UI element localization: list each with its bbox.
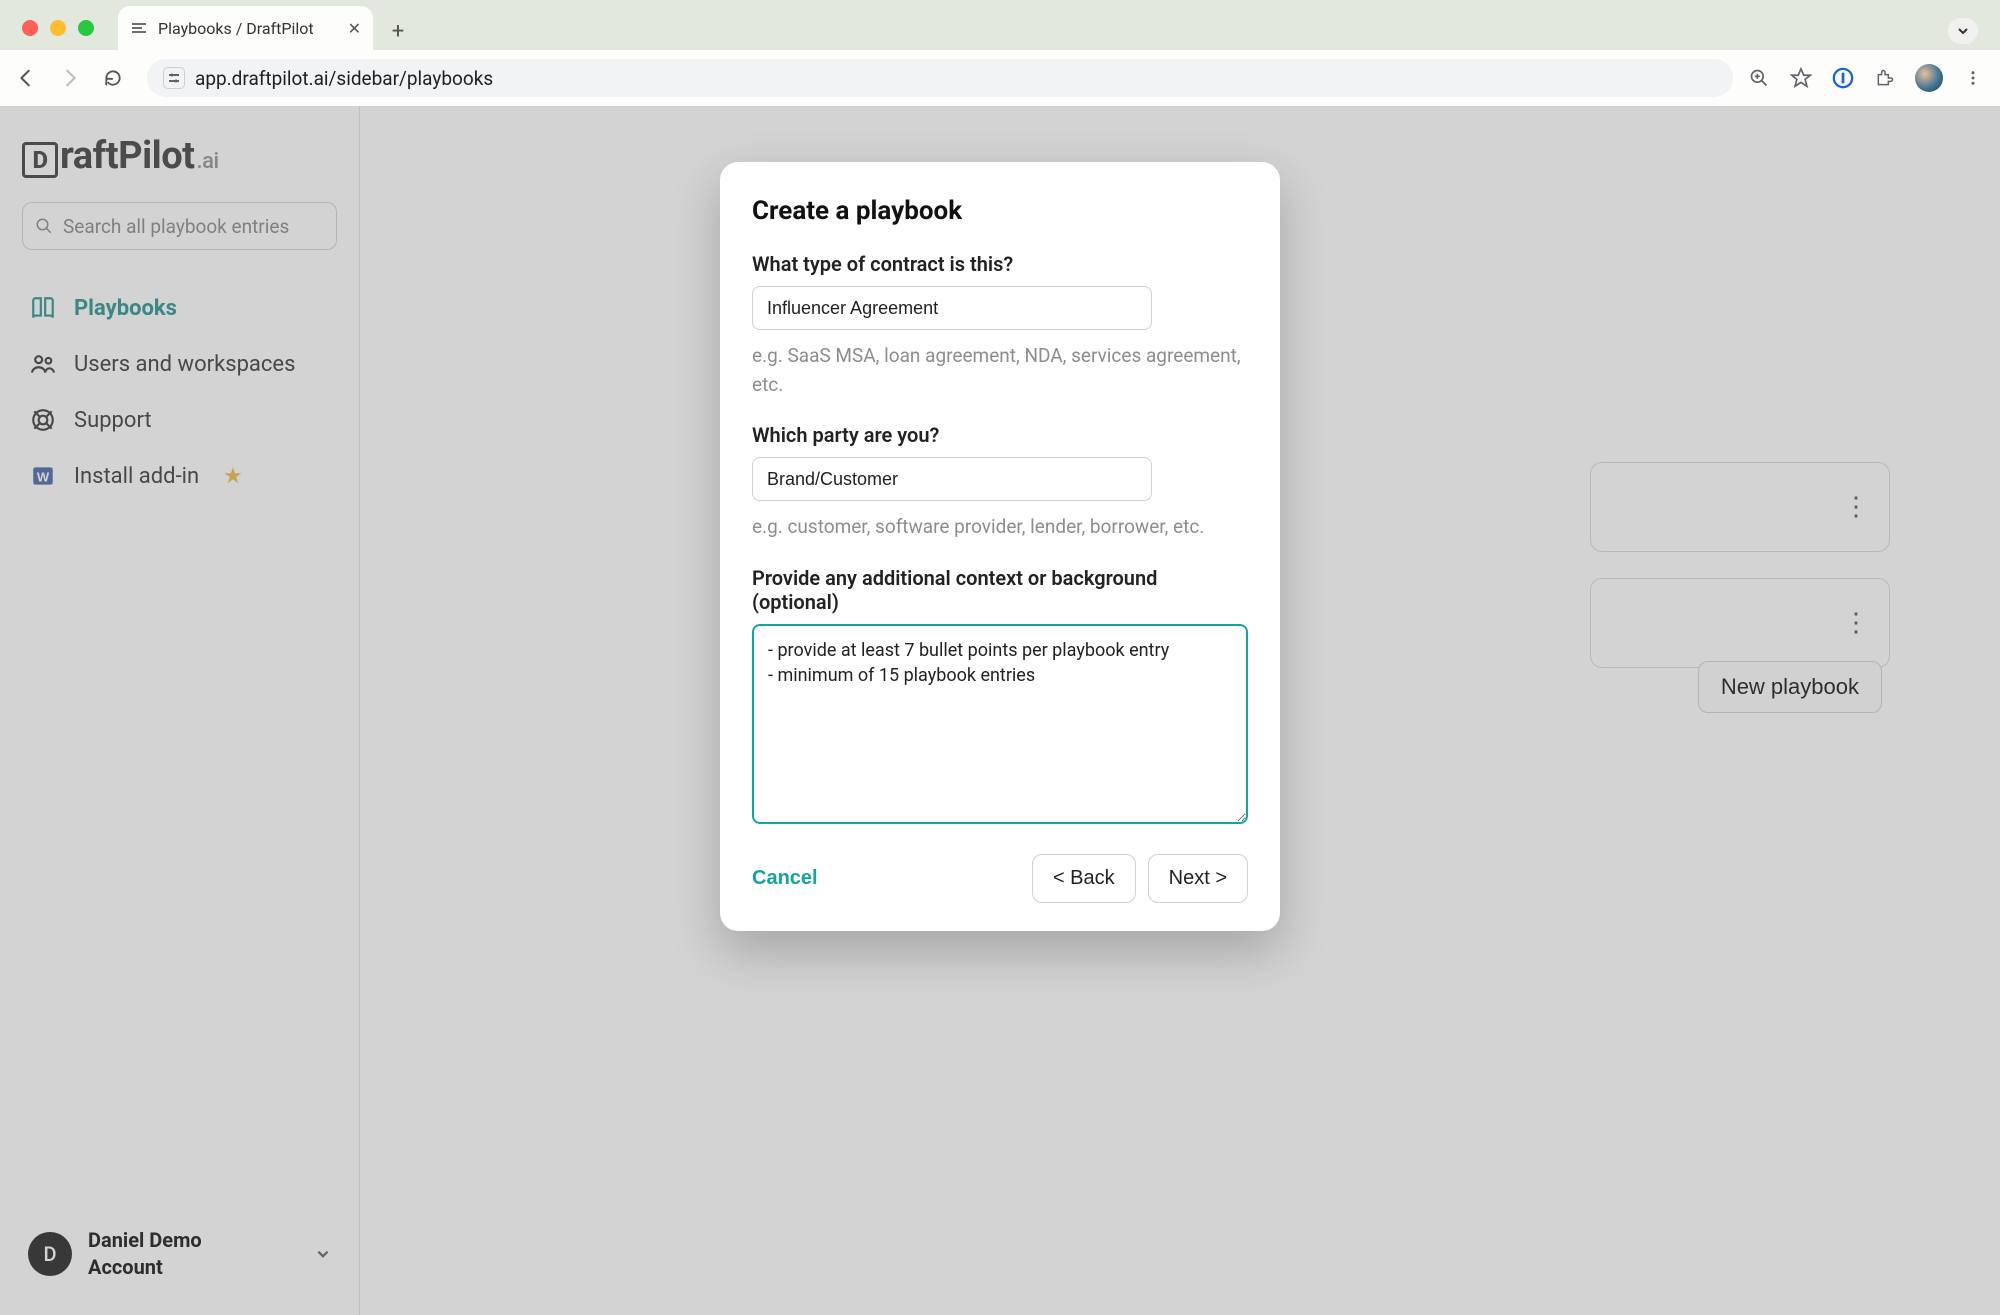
toolbar-right [1747,64,1985,92]
party-label: Which party are you? [752,423,1248,447]
zoom-icon[interactable] [1747,66,1771,90]
url-text: app.draftpilot.ai/sidebar/playbooks [195,67,493,90]
cancel-button[interactable]: Cancel [752,867,818,890]
modal-footer: Cancel < Back Next > [752,854,1248,903]
next-step-button[interactable]: Next > [1148,854,1248,903]
back-button[interactable] [15,67,45,89]
party-hint: e.g. customer, software provider, lender… [752,513,1248,542]
minimize-window-button[interactable] [50,20,66,36]
close-window-button[interactable] [22,20,38,36]
tab-close-icon[interactable]: ✕ [348,19,361,38]
party-input[interactable] [752,457,1152,501]
new-tab-button[interactable]: + [383,16,413,46]
tabs-overflow-button[interactable] [1948,18,1978,44]
address-bar[interactable]: app.draftpilot.ai/sidebar/playbooks [147,59,1733,97]
tab-title: Playbooks / DraftPilot [158,19,314,38]
context-label: Provide any additional context or backgr… [752,566,1248,614]
extensions-icon[interactable] [1873,66,1897,90]
tab-favicon [130,19,148,37]
site-settings-icon[interactable] [163,67,185,89]
browser-tab[interactable]: Playbooks / DraftPilot ✕ [118,6,373,50]
create-playbook-modal: Create a playbook What type of contract … [720,162,1280,931]
reload-button[interactable] [103,68,133,88]
app-root: DraftPilot.ai Search all playbook entrie… [0,106,2000,1315]
browser-chrome: Playbooks / DraftPilot ✕ + app.draftpilo… [0,0,2000,106]
contract-type-label: What type of contract is this? [752,252,1248,276]
back-step-button[interactable]: < Back [1032,854,1136,903]
bookmark-icon[interactable] [1789,66,1813,90]
kebab-menu-icon[interactable] [1961,66,1985,90]
profile-avatar[interactable] [1915,64,1943,92]
contract-type-hint: e.g. SaaS MSA, loan agreement, NDA, serv… [752,342,1248,399]
context-textarea[interactable] [752,624,1248,824]
window-controls [22,20,94,36]
fullscreen-window-button[interactable] [78,20,94,36]
tab-strip: Playbooks / DraftPilot ✕ + [0,0,2000,50]
extension-1password-icon[interactable] [1831,66,1855,90]
contract-type-input[interactable] [752,286,1152,330]
modal-title: Create a playbook [752,196,1248,226]
toolbar: app.draftpilot.ai/sidebar/playbooks [0,50,2000,106]
forward-button[interactable] [59,67,89,89]
